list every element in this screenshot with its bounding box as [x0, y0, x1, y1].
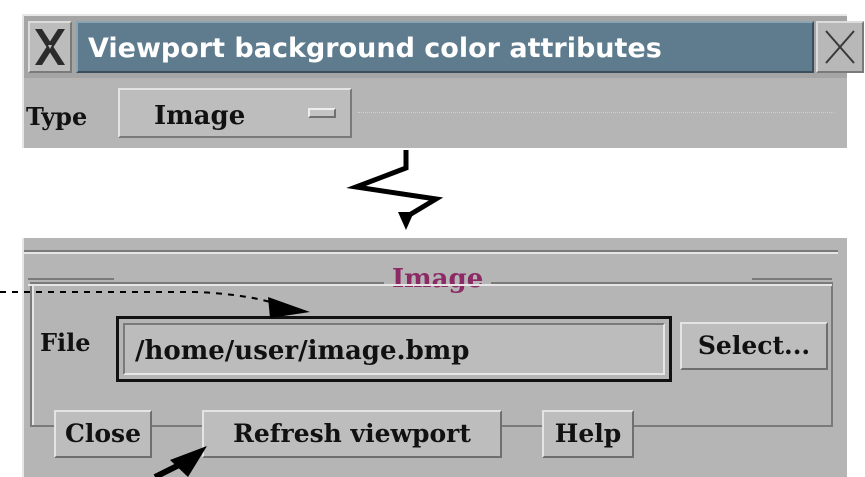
select-file-button[interactable]: Select... — [680, 322, 828, 370]
x-window-icon — [35, 29, 65, 65]
group-frame-tab-right — [752, 278, 832, 286]
type-option-menu[interactable]: Image — [118, 88, 352, 138]
image-settings-panel: Image File /home/user/image.bmp Select..… — [22, 238, 847, 477]
file-label: File — [40, 328, 91, 357]
window-close-button[interactable] — [816, 21, 864, 73]
type-label: Type — [26, 102, 88, 131]
illustration: Viewport background color attributes Typ… — [0, 0, 865, 477]
file-input[interactable]: /home/user/image.bmp — [123, 323, 665, 375]
dotted-separator — [358, 112, 834, 113]
image-group-title: Image — [384, 264, 492, 294]
help-button[interactable]: Help — [542, 410, 634, 458]
separator-line — [24, 238, 838, 254]
window-title: Viewport background color attributes — [76, 21, 814, 73]
type-selected-value: Image — [154, 101, 246, 131]
close-x-icon — [825, 30, 855, 64]
group-frame-tab-left — [28, 278, 114, 286]
option-menu-indicator-icon — [308, 108, 336, 118]
close-button[interactable]: Close — [54, 410, 152, 458]
break-zigzag-icon — [346, 150, 444, 230]
title-bar[interactable]: Viewport background color attributes — [24, 16, 864, 78]
refresh-viewport-button[interactable]: Refresh viewport — [202, 410, 502, 458]
window-menu-button[interactable] — [28, 21, 72, 73]
background-attributes-window: Viewport background color attributes Typ… — [22, 14, 864, 150]
file-input-focus-frame[interactable]: /home/user/image.bmp — [116, 316, 672, 382]
file-input-value: /home/user/image.bmp — [135, 336, 470, 366]
type-row: Type Image — [24, 78, 847, 150]
